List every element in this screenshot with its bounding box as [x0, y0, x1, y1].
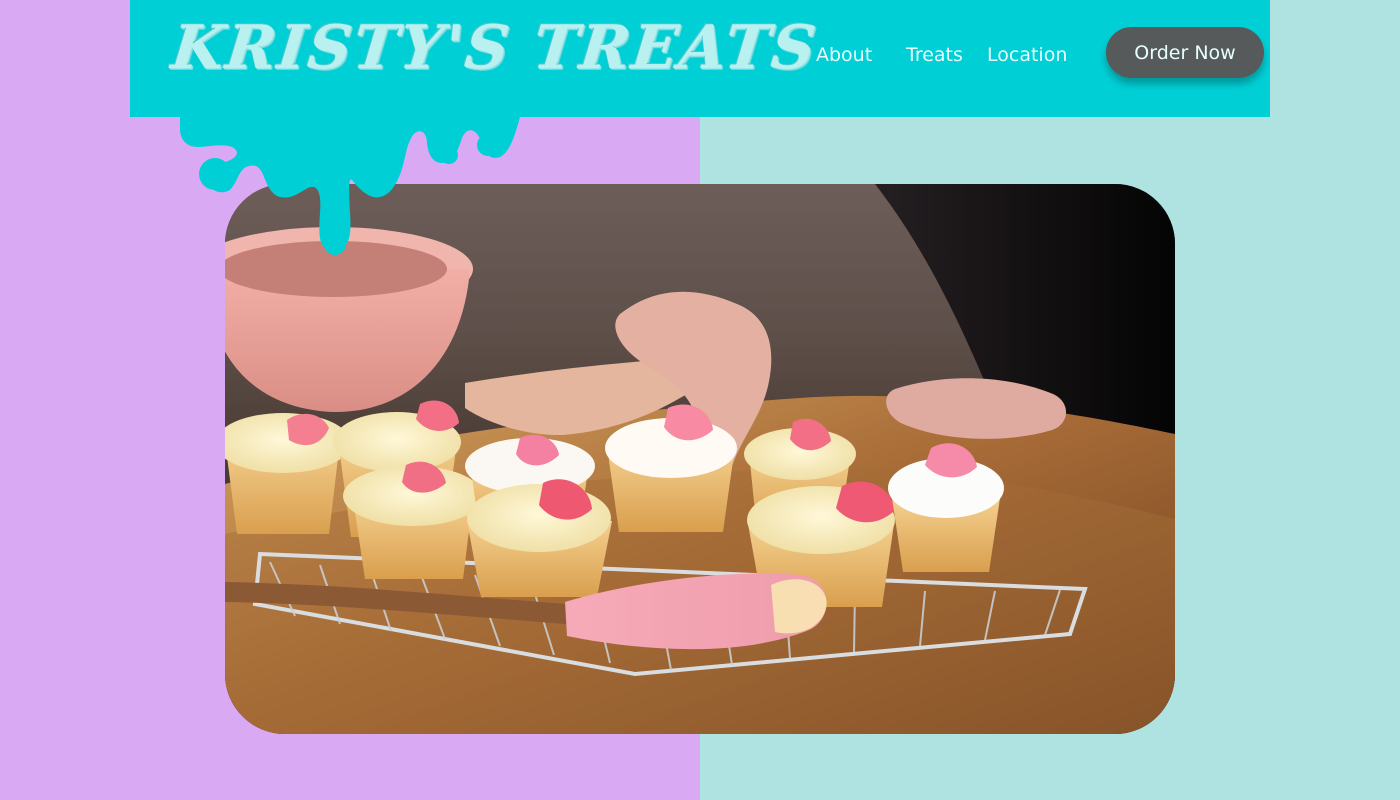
- nav-link-about[interactable]: About: [816, 44, 906, 66]
- nav-link-treats[interactable]: Treats: [906, 44, 987, 66]
- cupcakes-photo: [225, 184, 1175, 734]
- site-logo[interactable]: KRISTY'S TREATS: [168, 12, 821, 84]
- nav-link-location[interactable]: Location: [987, 44, 1077, 66]
- paint-splash-decoration: [180, 117, 520, 255]
- order-now-button[interactable]: Order Now: [1106, 27, 1264, 78]
- site-header: KRISTY'S TREATS About Treats Location Or…: [130, 0, 1270, 117]
- main-navigation: About Treats Location: [816, 44, 1077, 66]
- hero-image: [225, 184, 1175, 734]
